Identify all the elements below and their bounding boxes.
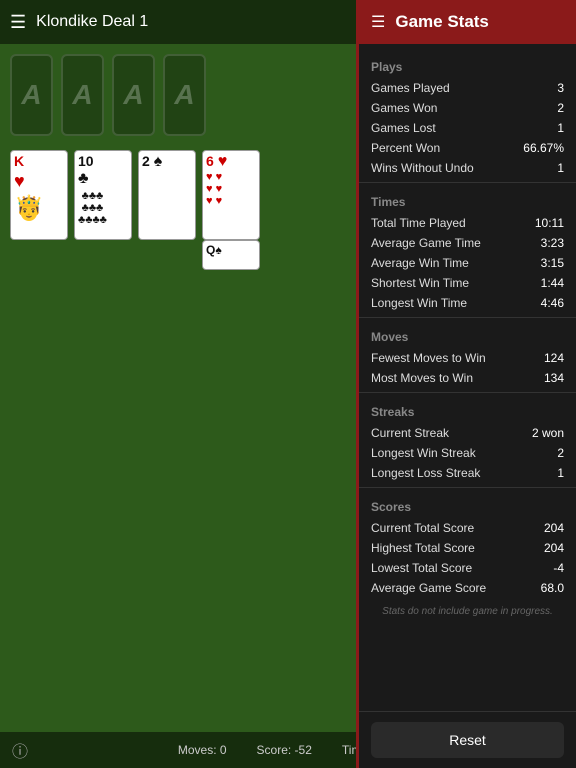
- divider-2: [359, 317, 576, 318]
- row-most-moves: Most Moves to Win 134: [359, 368, 576, 388]
- row-fewest-moves: Fewest Moves to Win 124: [359, 348, 576, 368]
- tableau-col-2: 10 ♣ ♣♣♣♣♣♣♣♣♣♣: [74, 150, 132, 240]
- card-king-hearts[interactable]: K ♥ 🤴: [10, 150, 68, 240]
- foundation-4[interactable]: A: [163, 54, 206, 136]
- stats-title: Game Stats: [395, 12, 489, 32]
- section-scores-label: Scores: [359, 492, 576, 518]
- divider-3: [359, 392, 576, 393]
- row-percent-won: Percent Won 66.67%: [359, 138, 576, 158]
- row-current-total-score: Current Total Score 204: [359, 518, 576, 538]
- row-wins-without-undo: Wins Without Undo 1: [359, 158, 576, 178]
- row-shortest-win: Shortest Win Time 1:44: [359, 273, 576, 293]
- divider-4: [359, 487, 576, 488]
- card-10-clubs[interactable]: 10 ♣ ♣♣♣♣♣♣♣♣♣♣: [74, 150, 132, 240]
- foundation-area: A A A A: [10, 54, 206, 136]
- section-times-label: Times: [359, 187, 576, 213]
- row-highest-total-score: Highest Total Score 204: [359, 538, 576, 558]
- foundation-2[interactable]: A: [61, 54, 104, 136]
- foundation-1[interactable]: A: [10, 54, 53, 136]
- row-current-streak: Current Streak 2 won: [359, 423, 576, 443]
- section-moves-label: Moves: [359, 322, 576, 348]
- divider-1: [359, 182, 576, 183]
- row-lowest-total-score: Lowest Total Score -4: [359, 558, 576, 578]
- row-avg-game-score: Average Game Score 68.0: [359, 578, 576, 598]
- row-games-lost: Games Lost 1: [359, 118, 576, 138]
- card-queen-spades[interactable]: Q♠: [202, 240, 260, 270]
- score-stat: Score: -52: [257, 743, 312, 757]
- tableau-col-3: 2 ♠: [138, 150, 196, 240]
- row-longest-win: Longest Win Time 4:46: [359, 293, 576, 313]
- stats-footer: Reset: [359, 711, 576, 768]
- row-longest-loss-streak: Longest Loss Streak 1: [359, 463, 576, 483]
- row-avg-win-time: Average Win Time 3:15: [359, 253, 576, 273]
- tableau-area: K ♥ 🤴 10 ♣ ♣♣♣♣♣♣♣♣♣♣ 2 ♠ 6: [10, 150, 206, 240]
- menu-icon[interactable]: ☰: [10, 12, 26, 33]
- stats-note: Stats do not include game in progress.: [359, 598, 576, 625]
- stats-panel: ☰ Game Stats Plays Games Played 3 Games …: [356, 0, 576, 768]
- info-icon[interactable]: ⓘ: [12, 738, 28, 762]
- tableau-col-4: 6 ♥ ♥ ♥♥ ♥♥ ♥ Q♠: [202, 150, 260, 240]
- card-6-hearts[interactable]: 6 ♥ ♥ ♥♥ ♥♥ ♥: [202, 150, 260, 240]
- row-games-won: Games Won 2: [359, 98, 576, 118]
- stats-body: Plays Games Played 3 Games Won 2 Games L…: [359, 44, 576, 711]
- moves-stat: Moves: 0: [178, 743, 227, 757]
- foundation-3[interactable]: A: [112, 54, 155, 136]
- stats-header: ☰ Game Stats: [359, 0, 576, 44]
- section-streaks-label: Streaks: [359, 397, 576, 423]
- row-longest-win-streak: Longest Win Streak 2: [359, 443, 576, 463]
- row-games-played: Games Played 3: [359, 78, 576, 98]
- tableau-col-1: K ♥ 🤴: [10, 150, 68, 240]
- card-2-spades[interactable]: 2 ♠: [138, 150, 196, 240]
- stats-menu-icon[interactable]: ☰: [371, 12, 385, 32]
- row-total-time: Total Time Played 10:11: [359, 213, 576, 233]
- row-avg-game-time: Average Game Time 3:23: [359, 233, 576, 253]
- reset-button[interactable]: Reset: [371, 722, 564, 758]
- section-plays-label: Plays: [359, 52, 576, 78]
